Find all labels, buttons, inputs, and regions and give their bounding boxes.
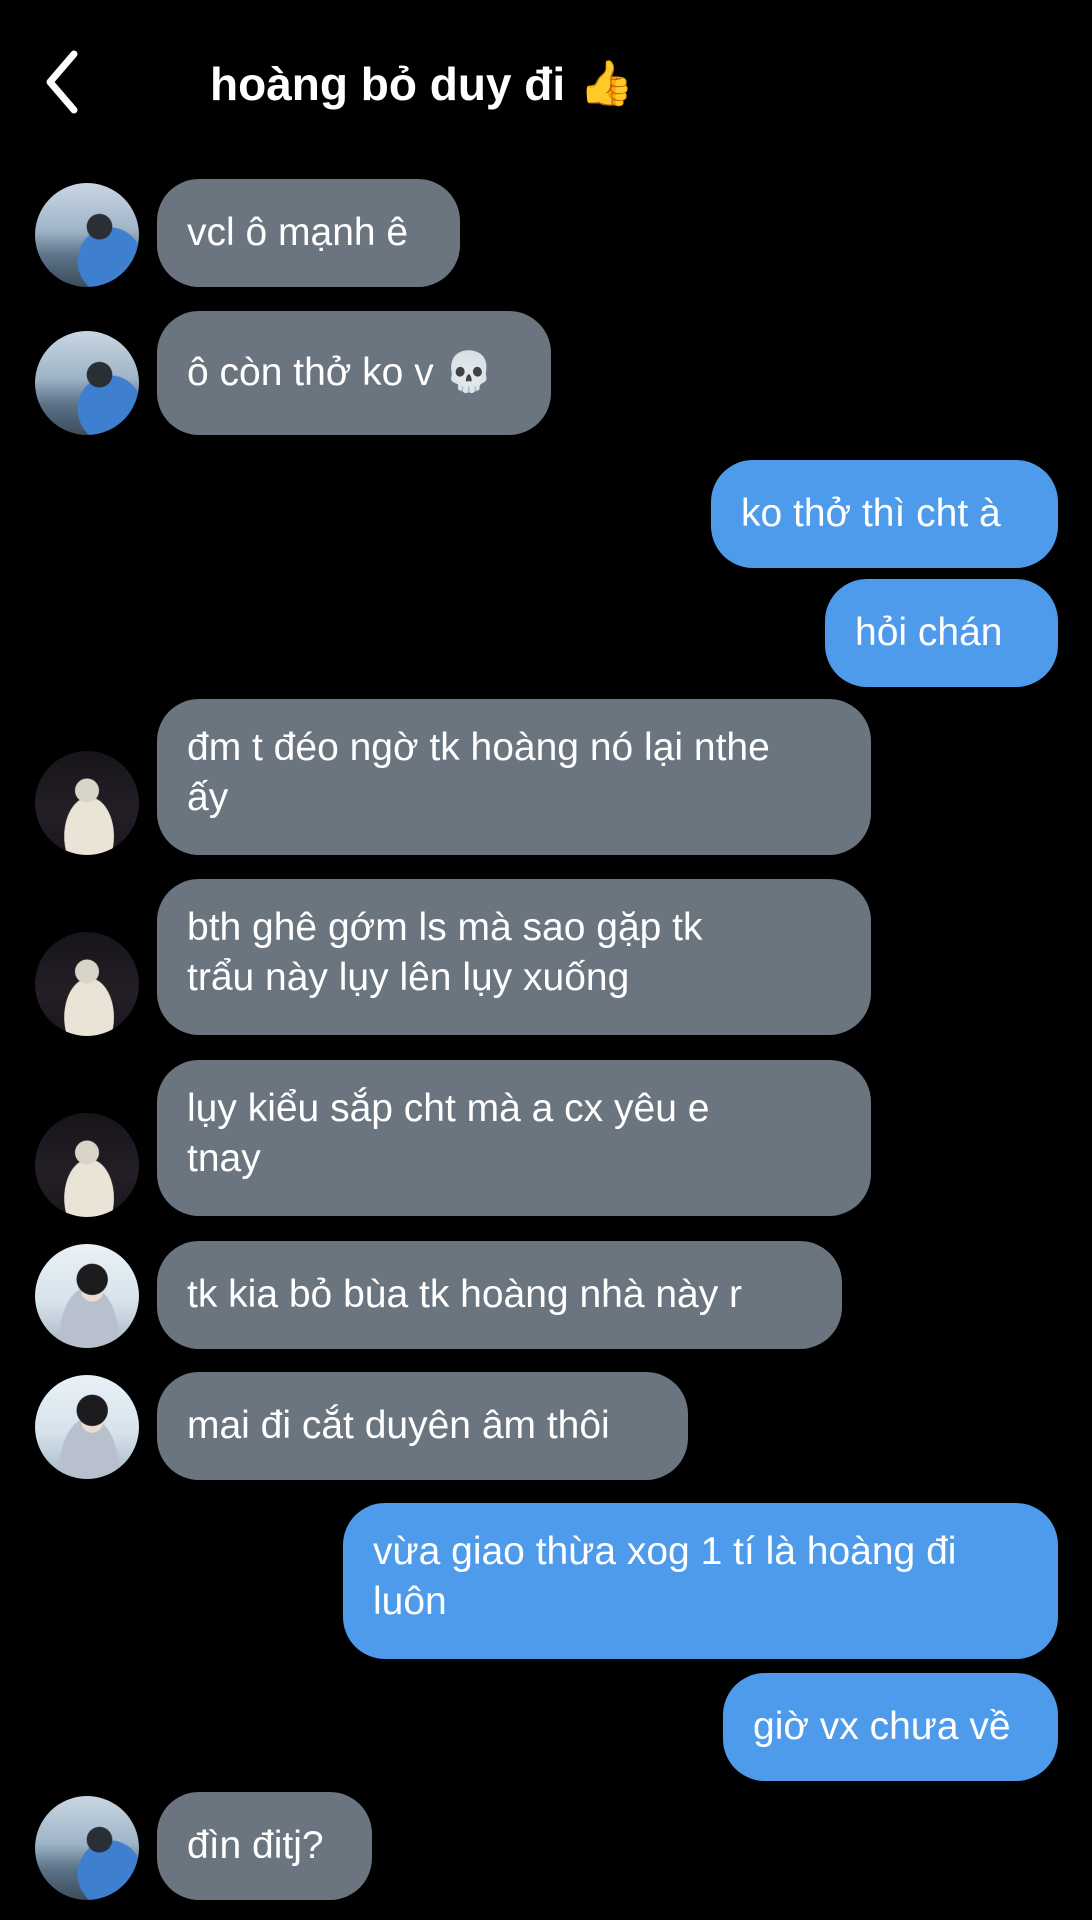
message-text: đm t đéo ngờ tk hoàng nó lại nthe ấy [187,723,770,823]
message-bubble-incoming[interactable]: lụy kiểu sắp cht mà a cx yêu e tnay [157,1060,871,1216]
avatar-person-2[interactable] [35,751,139,855]
message-text: vừa giao thừa xog 1 tí là hoàng đi luôn [373,1527,956,1627]
message-text: đìn đitj? [187,1824,324,1867]
chat-title[interactable]: hoàng bỏ duy đi 👍 [210,56,634,112]
avatar-person-1[interactable] [35,1796,139,1900]
message-text: giờ vx chưa về [753,1705,1011,1748]
avatar-person-3[interactable] [35,1244,139,1348]
message-line: lụy kiểu sắp cht mà a cx yêu e [187,1087,710,1130]
message-line: ấy [187,776,229,819]
message-bubble-outgoing[interactable]: vừa giao thừa xog 1 tí là hoàng đi luôn [343,1503,1058,1659]
message-text: ô còn thở ko v 💀 [187,351,494,394]
message-bubble-outgoing[interactable]: ko thở thì cht à [711,460,1058,568]
message-line: đm t đéo ngờ tk hoàng nó lại nthe [187,726,770,769]
message-text: hỏi chán [855,611,1003,654]
message-text: ko thở thì cht à [741,492,1001,535]
thumbs-up-emoji: 👍 [579,59,634,108]
chat-title-text: hoàng bỏ duy đi [210,58,566,110]
message-line: tnay [187,1137,261,1180]
message-bubble-incoming[interactable]: vcl ô mạnh ê [157,179,460,287]
avatar-person-2[interactable] [35,1113,139,1217]
message-text: mai đi cắt duyên âm thôi [187,1404,610,1447]
message-bubble-incoming[interactable]: bth ghê gớm ls mà sao gặp tk trẩu này lụ… [157,879,871,1035]
message-line: luôn [373,1580,447,1623]
message-bubble-incoming[interactable]: đìn đitj? [157,1792,372,1900]
message-bubble-incoming[interactable]: tk kia bỏ bùa tk hoàng nhà này r [157,1241,842,1349]
message-line: trẩu này lụy lên lụy xuống [187,956,630,999]
message-bubble-outgoing[interactable]: hỏi chán [825,579,1058,687]
message-text: lụy kiểu sắp cht mà a cx yêu e tnay [187,1084,709,1184]
avatar-person-3[interactable] [35,1375,139,1479]
message-text: vcl ô mạnh ê [187,211,409,254]
avatar-person-1[interactable] [35,183,139,287]
message-bubble-incoming[interactable]: ô còn thở ko v 💀 [157,311,551,435]
chat-header: hoàng bỏ duy đi 👍 [0,0,1092,170]
message-bubble-incoming[interactable]: đm t đéo ngờ tk hoàng nó lại nthe ấy [157,699,871,855]
message-text: bth ghê gớm ls mà sao gặp tk trẩu này lụ… [187,903,703,1003]
avatar-person-2[interactable] [35,932,139,1036]
back-button[interactable] [36,44,96,120]
message-bubble-outgoing[interactable]: giờ vx chưa về [723,1673,1058,1781]
avatar-person-1[interactable] [35,331,139,435]
message-text: tk kia bỏ bùa tk hoàng nhà này r [187,1273,743,1316]
message-bubble-incoming[interactable]: mai đi cắt duyên âm thôi [157,1372,688,1480]
message-line: bth ghê gớm ls mà sao gặp tk [187,906,703,949]
chat-screen: hoàng bỏ duy đi 👍 vcl ô mạnh ê ô còn thở… [0,0,1092,1920]
chevron-left-icon [46,50,78,114]
message-line: vừa giao thừa xog 1 tí là hoàng đi [373,1530,957,1573]
